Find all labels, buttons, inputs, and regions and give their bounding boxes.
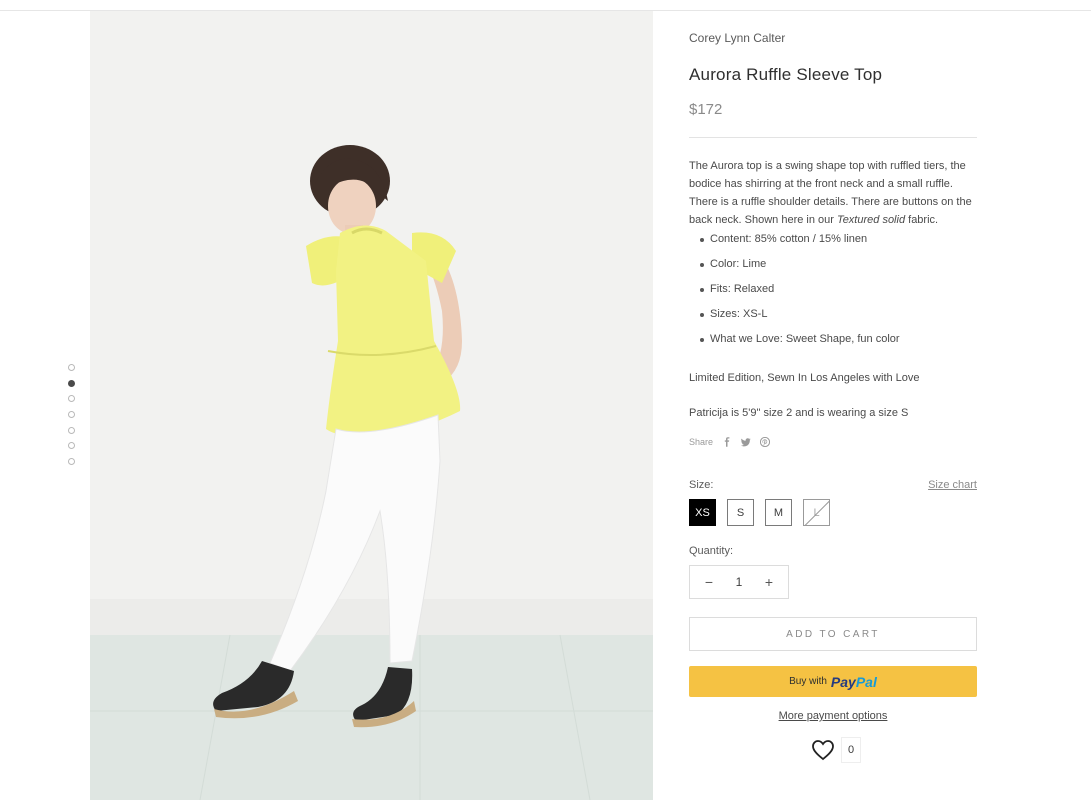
gallery-dot[interactable] bbox=[68, 442, 75, 450]
size-option-m[interactable]: M bbox=[765, 499, 792, 526]
size-option-xs[interactable]: XS bbox=[689, 499, 716, 526]
size-option-l[interactable]: L bbox=[803, 499, 830, 526]
wishlist-count: 0 bbox=[841, 737, 861, 763]
quantity-stepper: − 1 + bbox=[689, 565, 789, 599]
size-label: Size: bbox=[689, 479, 714, 491]
twitter-icon[interactable] bbox=[741, 437, 751, 447]
description-fabric: Textured solid bbox=[836, 214, 906, 226]
gallery-dot[interactable] bbox=[68, 426, 75, 434]
pinterest-icon[interactable] bbox=[760, 437, 771, 447]
gallery-dot-active[interactable] bbox=[68, 379, 75, 387]
paypal-prefix: Buy with bbox=[789, 676, 827, 687]
list-item: Sizes: XS-L bbox=[700, 306, 970, 331]
more-payment-options: More payment options bbox=[689, 710, 977, 722]
list-item: Color: Lime bbox=[700, 256, 970, 281]
more-payment-options-link[interactable]: More payment options bbox=[779, 710, 888, 722]
add-to-cart-button[interactable]: ADD TO CART bbox=[689, 617, 977, 651]
quantity-decrement-button[interactable]: − bbox=[702, 574, 716, 590]
share-bar: Share bbox=[689, 437, 771, 447]
size-chart-link[interactable]: Size chart bbox=[928, 479, 977, 491]
gallery-dots bbox=[68, 364, 76, 474]
paypal-logo: PayPal bbox=[831, 674, 877, 690]
list-item: What we Love: Sweet Shape, fun color bbox=[700, 331, 970, 356]
wishlist: 0 bbox=[811, 737, 861, 763]
size-selector: XS S M L bbox=[689, 499, 830, 526]
product-title: Aurora Ruffle Sleeve Top bbox=[689, 65, 883, 84]
paypal-button[interactable]: Buy with PayPal bbox=[689, 666, 977, 697]
gallery-dot[interactable] bbox=[68, 395, 75, 403]
product-image[interactable] bbox=[90, 11, 653, 800]
product-vendor[interactable]: Corey Lynn Calter bbox=[689, 31, 785, 45]
product-photo-illustration bbox=[90, 11, 653, 800]
heart-icon[interactable] bbox=[811, 739, 835, 761]
model-size-note: Patricija is 5'9" size 2 and is wearing … bbox=[689, 407, 909, 419]
gallery-dot[interactable] bbox=[68, 364, 75, 371]
limited-edition-note: Limited Edition, Sewn In Los Angeles wit… bbox=[689, 372, 920, 384]
product-price: $172 bbox=[689, 101, 723, 118]
facebook-icon[interactable] bbox=[722, 437, 732, 447]
info-divider bbox=[689, 137, 977, 138]
product-details-list: Content: 85% cotton / 15% linen Color: L… bbox=[700, 231, 970, 356]
list-item: Content: 85% cotton / 15% linen bbox=[700, 231, 970, 256]
quantity-label: Quantity: bbox=[689, 545, 734, 557]
paypal-logo-pay: Pay bbox=[830, 673, 856, 690]
list-item: Fits: Relaxed bbox=[700, 281, 970, 306]
paypal-logo-pal: Pal bbox=[855, 673, 877, 690]
gallery-dot[interactable] bbox=[68, 411, 75, 419]
quantity-increment-button[interactable]: + bbox=[762, 574, 776, 590]
gallery-dot[interactable] bbox=[68, 458, 75, 466]
product-description: The Aurora top is a swing shape top with… bbox=[689, 157, 979, 229]
size-option-s[interactable]: S bbox=[727, 499, 754, 526]
share-label: Share bbox=[689, 437, 714, 447]
quantity-value[interactable]: 1 bbox=[736, 575, 743, 589]
description-text-end: fabric. bbox=[905, 214, 939, 226]
